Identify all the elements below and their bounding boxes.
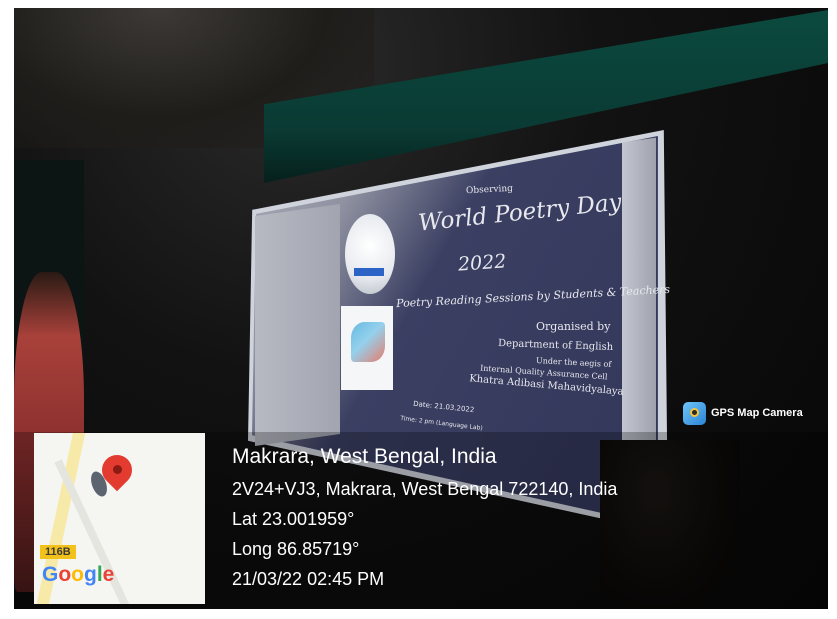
slide-poetry-day-mark [351, 322, 385, 362]
route-badge: 116B [40, 545, 76, 559]
google-logo-letter: o [71, 563, 84, 586]
google-logo-letter: e [102, 563, 115, 586]
border-bottom [0, 609, 837, 619]
slide-logo-emblem [345, 214, 395, 294]
slide-year: 2022 [457, 250, 508, 276]
google-logo: Google [42, 563, 114, 587]
photo: Observing World Poetry Day 2022 Poetry R… [0, 0, 837, 619]
location-address: 2V24+VJ3, Makrara, West Bengal 722140, I… [232, 479, 618, 499]
location-datetime: 21/03/22 02:45 PM [232, 569, 385, 589]
slide-organised-by: Organised by [536, 320, 611, 333]
border-top [0, 0, 837, 8]
gps-camera-label: GPS Map Camera [711, 407, 803, 419]
google-logo-letter: g [84, 563, 97, 586]
border-left [0, 0, 14, 619]
border-right [828, 0, 837, 619]
gps-camera-badge: GPS Map Camera [683, 401, 803, 425]
google-logo-letter: G [42, 563, 59, 586]
whiteboard-left-margin [255, 204, 340, 446]
location-place: Makrara, West Bengal, India [232, 445, 497, 468]
slide-logo-ribbon [354, 268, 384, 276]
camera-icon [683, 401, 706, 425]
location-longitude: Long 86.85719° [232, 539, 360, 559]
location-latitude: Lat 23.001959° [232, 509, 355, 529]
map-pin-dot [113, 465, 122, 474]
google-logo-letter: o [58, 563, 72, 586]
map-thumbnail: 116B Google [34, 433, 205, 604]
